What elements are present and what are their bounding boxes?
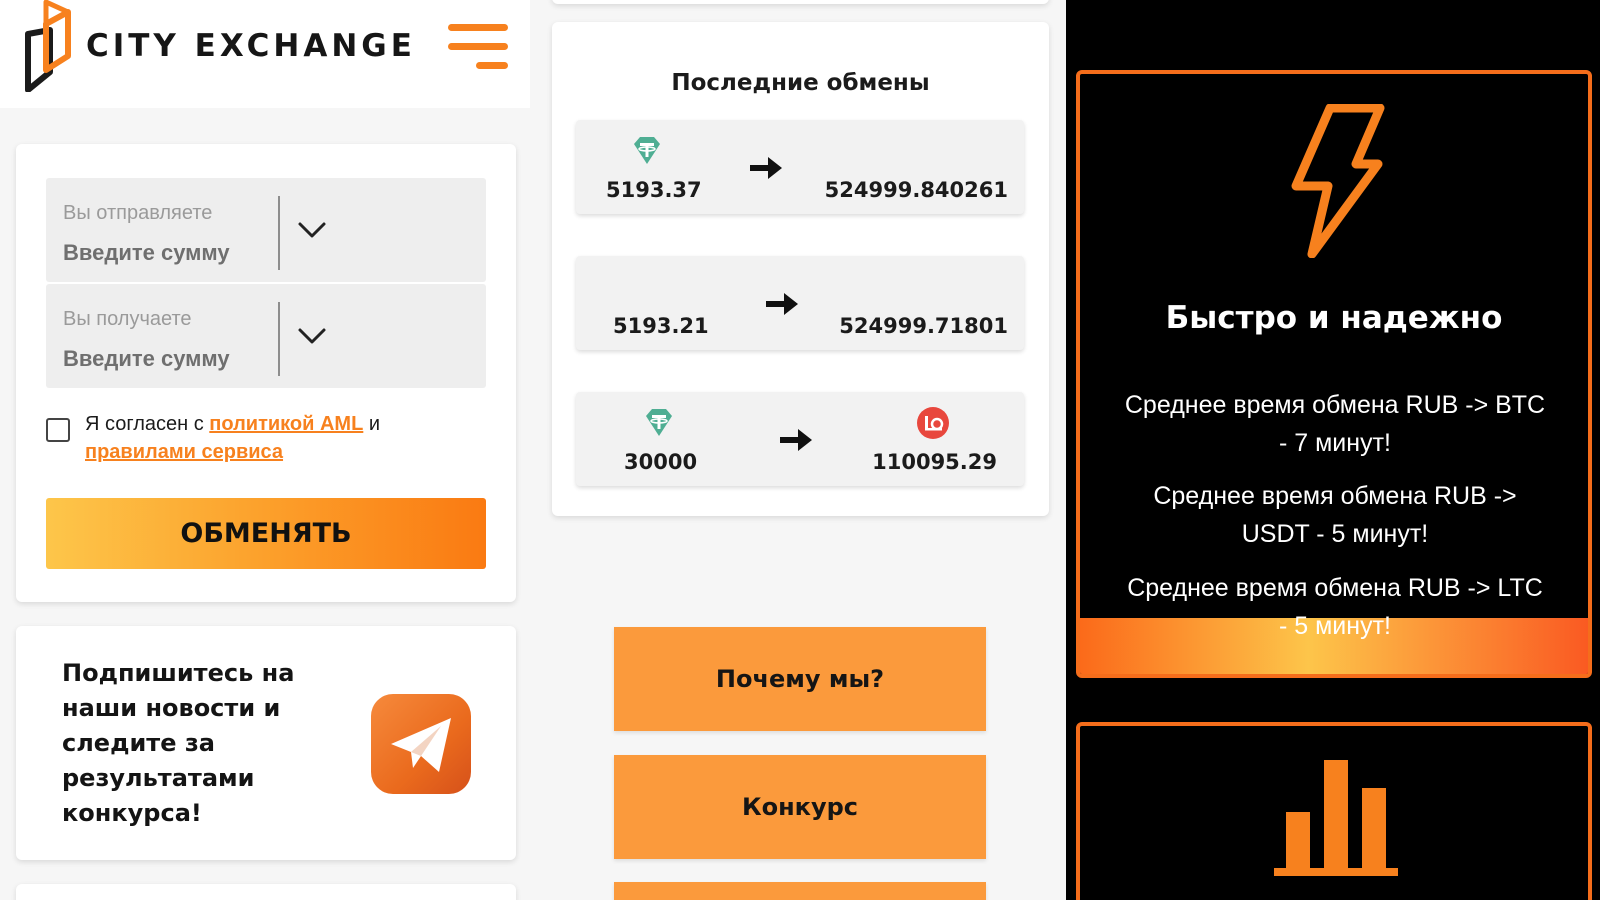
site-header: CITY EXCHANGE bbox=[0, 0, 530, 108]
exchange-form-card: Вы отправляете Введите сумму Вы получает… bbox=[16, 144, 516, 602]
receive-label: Вы получаете bbox=[63, 308, 192, 330]
from-amount: 30000 bbox=[624, 450, 698, 474]
from-amount: 5193.37 bbox=[606, 178, 702, 202]
field-divider bbox=[278, 196, 280, 270]
field-divider bbox=[278, 302, 280, 376]
feature-card-fast: Быстро и надежно Среднее время обмена RU… bbox=[1076, 70, 1592, 678]
brand-name[interactable]: CITY EXCHANGE bbox=[86, 28, 416, 64]
arrow-right-icon bbox=[750, 157, 782, 179]
tether-icon bbox=[646, 409, 672, 436]
top-card-edge bbox=[552, 0, 1049, 4]
from-amount: 5193.21 bbox=[613, 314, 709, 338]
next-card bbox=[16, 884, 516, 900]
feature-title: Быстро и надежно bbox=[1165, 300, 1503, 336]
last-exchanges-card: Последние обмены 5193.37 524999.840261 5… bbox=[552, 22, 1049, 516]
exchange-row: 30000 110095.29 bbox=[576, 392, 1024, 486]
currency-red-coin-icon bbox=[917, 407, 949, 439]
agreement-text: Я согласен с политикой AML и правилами се… bbox=[85, 410, 485, 466]
to-amount: 524999.71801 bbox=[839, 314, 1008, 338]
arrow-right-icon bbox=[780, 429, 812, 451]
news-card: Подпишитесь на наши новости и следите за… bbox=[16, 626, 516, 860]
feature-line: Среднее время обмена RUB -> USDT - 5 мин… bbox=[1153, 482, 1517, 548]
contest-button[interactable]: Конкурс bbox=[614, 755, 986, 859]
aml-policy-link[interactable]: политикой AML bbox=[209, 413, 363, 435]
exchange-row: 5193.37 524999.840261 bbox=[576, 120, 1024, 214]
left-column: CITY EXCHANGE Вы отправляете Введите сум… bbox=[0, 0, 530, 900]
next-menu-button[interactable] bbox=[614, 882, 986, 900]
lightning-bolt-icon bbox=[1291, 104, 1385, 258]
tether-icon bbox=[634, 137, 660, 164]
receive-field[interactable]: Вы получаете Введите сумму bbox=[46, 284, 486, 388]
arrow-right-icon bbox=[766, 293, 798, 315]
receive-amount-input[interactable]: Введите сумму bbox=[63, 346, 230, 372]
bar-chart-icon bbox=[1274, 760, 1398, 876]
chevron-down-icon[interactable] bbox=[294, 318, 330, 354]
agree-middle: и bbox=[363, 413, 381, 435]
feature-card-stats bbox=[1076, 722, 1592, 900]
news-subscribe-text: Подпишитесь на наши новости и следите за… bbox=[62, 659, 295, 827]
to-amount: 110095.29 bbox=[872, 450, 997, 474]
agree-prefix: Я согласен с bbox=[85, 413, 210, 435]
last-exchanges-title: Последние обмены bbox=[671, 70, 930, 96]
service-rules-link[interactable]: правилами сервиса bbox=[85, 441, 283, 463]
hamburger-menu-icon[interactable] bbox=[444, 24, 508, 72]
why-us-button[interactable]: Почему мы? bbox=[614, 627, 986, 731]
send-field[interactable]: Вы отправляете Введите сумму bbox=[46, 178, 486, 282]
features-panel: Быстро и надежно Среднее время обмена RU… bbox=[1066, 0, 1600, 900]
send-amount-input[interactable]: Введите сумму bbox=[63, 240, 230, 266]
feature-line: Среднее время обмена RUB -> LTC - 5 мину… bbox=[1127, 574, 1543, 640]
to-amount: 524999.840261 bbox=[824, 178, 1008, 202]
feature-line: Среднее время обмена RUB -> BTC - 7 мину… bbox=[1124, 391, 1546, 457]
telegram-icon[interactable] bbox=[371, 694, 471, 794]
agree-checkbox[interactable] bbox=[46, 418, 70, 442]
send-label: Вы отправляете bbox=[63, 202, 213, 224]
city-exchange-logo-icon[interactable] bbox=[24, 0, 72, 92]
chevron-down-icon[interactable] bbox=[294, 212, 330, 248]
exchange-row: 5193.21 524999.71801 bbox=[576, 256, 1024, 350]
exchange-button[interactable]: ОБМЕНЯТЬ bbox=[46, 498, 486, 569]
